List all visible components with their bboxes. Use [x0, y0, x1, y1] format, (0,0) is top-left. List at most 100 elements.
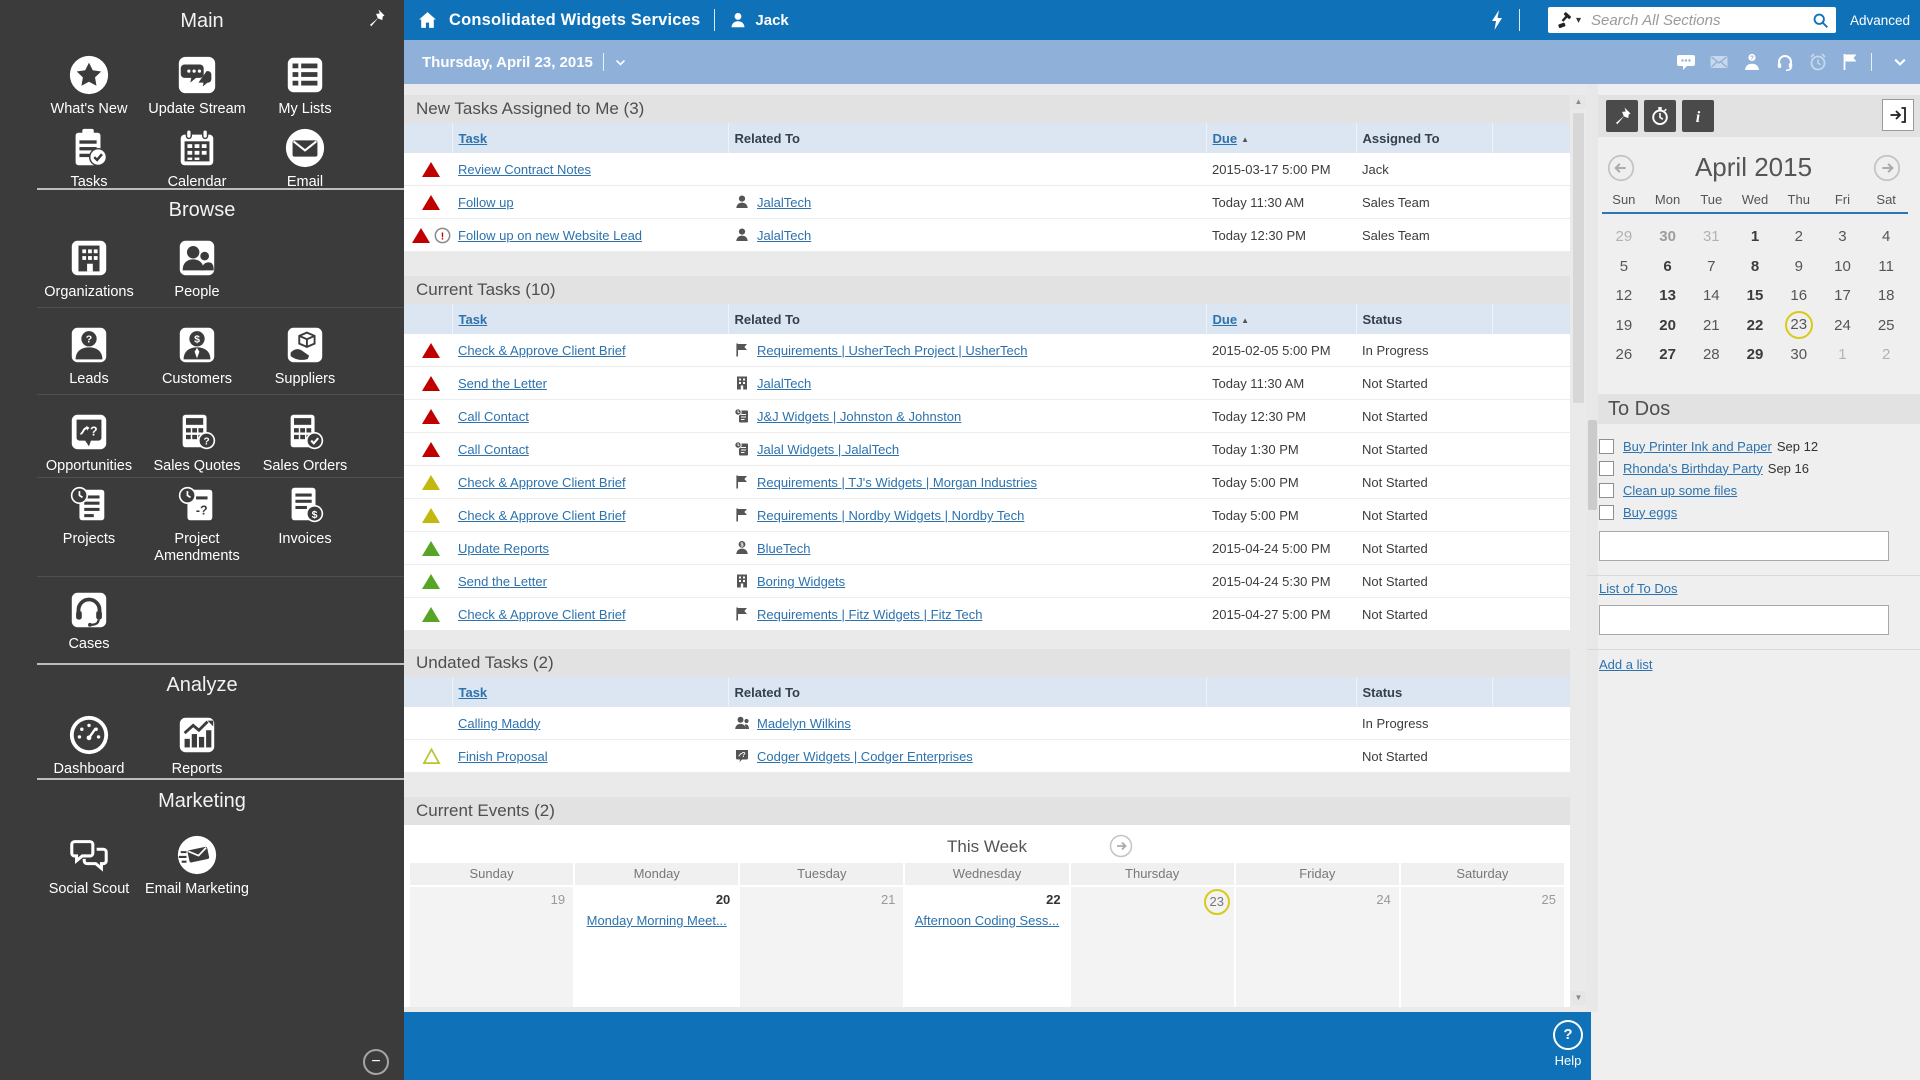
scroll-up-arrow-icon[interactable]: ▲ [1571, 95, 1586, 109]
calendar-day[interactable]: 6 [1646, 258, 1690, 275]
calendar-day-cell[interactable]: 24 [1236, 887, 1399, 1007]
headset-icon[interactable] [1775, 52, 1795, 72]
related-link[interactable]: Requirements | Fitz Widgets | Fitz Tech [757, 607, 982, 622]
sidebar-item-what-s-new[interactable]: What's New [35, 53, 143, 118]
calendar-day[interactable]: 8 [1733, 258, 1777, 275]
task-link[interactable]: Check & Approve Client Brief [458, 607, 626, 622]
calendar-day[interactable]: 4 [1864, 228, 1908, 245]
calendar-day[interactable]: 22 [1733, 317, 1777, 334]
todo-link[interactable]: Rhonda's Birthday Party [1623, 461, 1763, 476]
task-link[interactable]: Check & Approve Client Brief [458, 508, 626, 523]
calendar-day[interactable]: 2 [1777, 228, 1821, 245]
todo-link[interactable]: Clean up some files [1623, 483, 1737, 498]
collapse-panel-button[interactable] [1882, 99, 1914, 131]
search-scope-caret-icon[interactable]: ▾ [1576, 15, 1581, 26]
info-button[interactable]: i [1682, 100, 1714, 132]
search-input[interactable] [1589, 11, 1812, 30]
related-link[interactable]: JalalTech [757, 228, 811, 243]
sidebar-item-tasks[interactable]: Tasks [35, 126, 143, 191]
calendar-day[interactable]: 1 [1733, 228, 1777, 245]
sidebar-item-cases[interactable]: Cases [35, 588, 143, 653]
sidebar-item-organizations[interactable]: Organizations [35, 236, 143, 301]
panel-chevron-icon[interactable] [1892, 54, 1908, 70]
pin-button[interactable] [1606, 100, 1638, 132]
sidebar-item-email[interactable]: Email [251, 126, 359, 191]
calendar-day[interactable]: 12 [1602, 287, 1646, 304]
calendar-day[interactable]: 27 [1646, 346, 1690, 363]
mail-icon[interactable] [1709, 52, 1729, 72]
calendar-day[interactable]: 2 [1864, 346, 1908, 363]
sidebar-item-sales-orders[interactable]: Sales Orders [251, 410, 359, 475]
calendar-day[interactable]: 19 [1602, 317, 1646, 334]
date-dropdown-chevron-icon[interactable] [614, 56, 627, 69]
sidebar-item-people[interactable]: People [143, 236, 251, 301]
sidebar-item-social-scout[interactable]: Social Scout [35, 833, 143, 898]
calendar-day[interactable]: 17 [1821, 287, 1865, 304]
sort-by-task-link[interactable]: Task [459, 685, 488, 700]
todo-link[interactable]: Buy Printer Ink and Paper [1623, 439, 1772, 454]
sidebar-item-reports[interactable]: Reports [143, 713, 251, 778]
calendar-day-cell[interactable]: 19 [410, 887, 573, 1007]
related-link[interactable]: BlueTech [757, 541, 810, 556]
todo-checkbox[interactable] [1599, 461, 1614, 476]
scrollbar-thumb[interactable] [1573, 113, 1584, 403]
task-link[interactable]: Follow up on new Website Lead [458, 228, 642, 243]
calendar-day[interactable]: 23 [1777, 311, 1821, 339]
task-link[interactable]: Send the Letter [458, 376, 547, 391]
task-link[interactable]: Call Contact [458, 442, 529, 457]
related-link[interactable]: Codger Widgets | Codger Enterprises [757, 749, 973, 764]
sidebar-item-sales-quotes[interactable]: ?Sales Quotes [143, 410, 251, 475]
calendar-day[interactable]: 11 [1864, 258, 1908, 275]
new-list-input[interactable] [1599, 605, 1889, 635]
calendar-day-cell[interactable]: 23 [1071, 887, 1234, 1007]
task-link[interactable]: Calling Maddy [458, 716, 540, 731]
related-link[interactable]: Requirements | Nordby Widgets | Nordby T… [757, 508, 1024, 523]
related-link[interactable]: Madelyn Wilkins [757, 716, 851, 731]
scroll-down-arrow-icon[interactable]: ▼ [1571, 991, 1586, 1005]
current-user[interactable]: Jack [755, 12, 788, 29]
calendar-day[interactable]: 10 [1821, 258, 1865, 275]
calendar-day[interactable]: 25 [1864, 317, 1908, 334]
related-link[interactable]: Requirements | TJ's Widgets | Morgan Ind… [757, 475, 1037, 490]
calendar-day-cell[interactable]: 20Monday Morning Meet... [575, 887, 738, 1007]
sort-by-due-link[interactable]: Due [1213, 131, 1238, 146]
event-link[interactable]: Afternoon Coding Sess... [915, 913, 1060, 928]
current-date-label[interactable]: Thursday, April 23, 2015 [422, 54, 593, 71]
sidebar-item-calendar[interactable]: Calendar [143, 126, 251, 191]
sidebar-item-customers[interactable]: $Customers [143, 323, 251, 388]
next-week-icon[interactable] [1109, 834, 1133, 858]
task-link[interactable]: Follow up [458, 195, 514, 210]
sidebar-item-leads[interactable]: ?Leads [35, 323, 143, 388]
sort-by-task-link[interactable]: Task [459, 312, 488, 327]
calendar-day[interactable]: 16 [1777, 287, 1821, 304]
calendar-day[interactable]: 5 [1602, 258, 1646, 275]
todo-list-link[interactable]: List of To Dos [1599, 581, 1678, 596]
sort-by-task-link[interactable]: Task [459, 131, 488, 146]
calendar-day[interactable]: 9 [1777, 258, 1821, 275]
add-list-link[interactable]: Add a list [1599, 657, 1652, 672]
event-link[interactable]: Monday Morning Meet... [587, 913, 727, 928]
calendar-day[interactable]: 31 [1689, 228, 1733, 245]
calendar-day[interactable]: 20 [1646, 317, 1690, 334]
sidebar-item-my-lists[interactable]: My Lists [251, 53, 359, 118]
calendar-day[interactable]: 13 [1646, 287, 1690, 304]
sidebar-collapse-button[interactable]: − [363, 1049, 389, 1075]
todo-link[interactable]: Buy eggs [1623, 505, 1677, 520]
comment-icon[interactable] [1676, 52, 1696, 72]
panel-scrollbar[interactable] [1587, 84, 1598, 1012]
related-link[interactable]: Jalal Widgets | JalalTech [757, 442, 899, 457]
sort-by-due-link[interactable]: Due [1213, 312, 1238, 327]
sidebar-item-projects[interactable]: Projects [35, 483, 143, 548]
search-icon[interactable] [1812, 12, 1829, 29]
sidebar-item-project-amendments[interactable]: -?Project Amendments [143, 483, 251, 565]
sidebar-item-email-marketing[interactable]: Email Marketing [143, 833, 251, 898]
todo-checkbox[interactable] [1599, 483, 1614, 498]
calendar-day[interactable]: 18 [1864, 287, 1908, 304]
related-link[interactable]: Requirements | UsherTech Project | Usher… [757, 343, 1027, 358]
quick-action-icon[interactable] [1490, 10, 1505, 30]
search-scope-icon[interactable] [1556, 12, 1573, 29]
home-icon[interactable] [417, 10, 438, 31]
calendar-day[interactable]: 26 [1602, 346, 1646, 363]
help-button[interactable]: ? Help [1538, 1020, 1598, 1068]
todo-checkbox[interactable] [1599, 439, 1614, 454]
